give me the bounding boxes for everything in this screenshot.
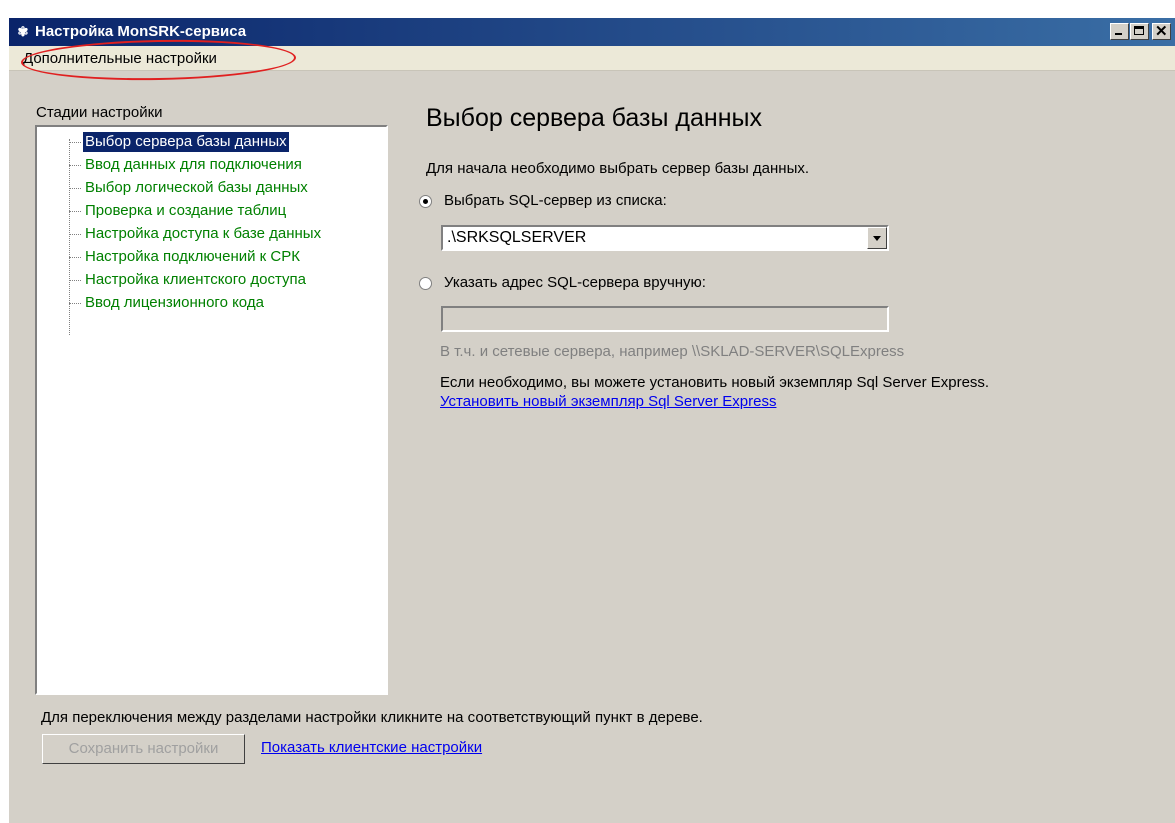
tree-item-label: Настройка доступа к базе данных [85,225,322,242]
switch-instruction: Для переключения между разделами настрой… [41,709,703,726]
show-client-settings-link[interactable]: Показать клиентские настройки [261,739,482,756]
settings-window: ✾ Настройка MonSRK-сервиса ✕ Дополнитель… [9,18,1175,823]
server-address-input[interactable] [441,306,889,332]
install-express-link[interactable]: Установить новый экземпляр Sql Server Ex… [440,393,776,410]
express-note: Если необходимо, вы можете установить но… [440,374,990,391]
combobox-value: .\SRKSQLSERVER [447,229,587,246]
sql-server-combobox[interactable]: .\SRKSQLSERVER [441,225,889,251]
chevron-down-icon [873,236,881,241]
close-button[interactable]: ✕ [1152,23,1171,40]
menu-bar: Дополнительные настройки [9,37,1175,83]
tree-item-label: Выбор сервера базы данных [82,131,290,153]
dropdown-button[interactable] [867,227,887,249]
minimize-button[interactable] [1110,23,1129,40]
maximize-button[interactable] [1130,23,1149,40]
tree-item-label: Ввод лицензионного кода [85,294,264,311]
tree-item-label: Выбор логической базы данных [85,179,308,196]
stages-label: Стадии настройки [36,104,163,121]
tree-connector [69,139,70,335]
tree-item-label: Проверка и создание таблиц [85,202,287,219]
radio-manual-address[interactable] [419,277,432,290]
app-icon: ✾ [17,24,29,39]
radio-select-from-list-label[interactable]: Выбрать SQL-сервер из списка: [444,192,667,209]
tree-item-label: Ввод данных для подключения [85,156,302,173]
close-icon: ✕ [1155,23,1168,40]
network-server-hint: В т.ч. и сетевые сервера, например \\SKL… [440,343,905,360]
intro-text: Для начала необходимо выбрать сервер баз… [426,160,810,177]
minimize-icon [1115,33,1122,35]
menu-additional-settings[interactable]: Дополнительные настройки [20,37,297,83]
title-bar[interactable]: ✾ Настройка MonSRK-сервиса ✕ [9,18,1175,46]
tree-item-label: Настройка подключений к СРК [85,248,300,265]
tree-item-label: Настройка клиентского доступа [85,271,307,288]
page-title: Выбор сервера базы данных [426,104,762,132]
save-settings-button[interactable]: Сохранить настройки [42,734,245,764]
maximize-icon [1134,26,1144,35]
stages-tree[interactable]: Выбор сервера базы данных Ввод данных дл… [35,125,388,695]
window-title: Настройка MonSRK-сервиса [35,23,247,40]
radio-manual-address-label[interactable]: Указать адрес SQL-сервера вручную: [444,274,706,291]
menu-item-label: Дополнительные настройки [23,50,217,67]
radio-select-from-list[interactable] [419,195,432,208]
